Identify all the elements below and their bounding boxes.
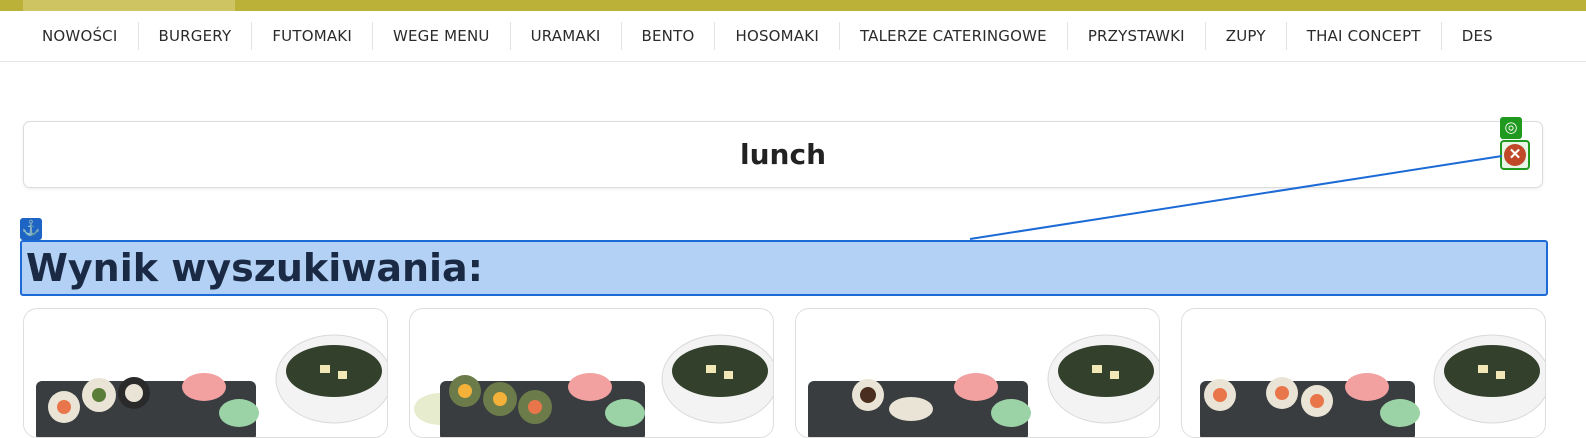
lunch-set-image (36, 334, 387, 437)
close-circle-icon: ✕ (1504, 144, 1526, 166)
product-card[interactable] (1181, 308, 1546, 438)
nav-item-hosomaki[interactable]: HOSOMAKI (715, 22, 840, 50)
lunch-set-image (414, 334, 773, 437)
nav-item-nowosci[interactable]: NOWOŚCI (22, 22, 139, 50)
lunch-set-image (1200, 334, 1545, 437)
nav-item-wege-menu[interactable]: WEGE MENU (373, 22, 511, 50)
lunch-set-image (808, 334, 1159, 437)
nav-item-przystawki[interactable]: PRZYSTAWKI (1068, 22, 1206, 50)
clear-search-button[interactable]: ✕ (1500, 140, 1530, 170)
nav-item-thai-concept[interactable]: THAI CONCEPT (1287, 22, 1442, 50)
nav-fade-overlay (1496, 11, 1586, 61)
product-card[interactable] (23, 308, 388, 438)
nav-item-burgery[interactable]: BURGERY (139, 22, 253, 50)
search-input-value[interactable]: lunch (24, 122, 1542, 187)
nav-item-zupy[interactable]: ZUPY (1206, 22, 1287, 50)
product-card[interactable] (795, 308, 1160, 438)
nav-item-uramaki[interactable]: URAMAKI (511, 22, 622, 50)
search-results-heading: Wynik wyszukiwania: (20, 240, 1548, 296)
target-icon: ◎ (1500, 117, 1522, 139)
product-grid (23, 308, 1547, 438)
nav-item-bento[interactable]: BENTO (622, 22, 716, 50)
nav-item-talerze-cateringowe[interactable]: TALERZE CATERINGOWE (840, 22, 1068, 50)
nav-item-futomaki[interactable]: FUTOMAKI (252, 22, 373, 50)
brand-top-bar (0, 0, 1586, 11)
category-nav: NOWOŚCI BURGERY FUTOMAKI WEGE MENU URAMA… (0, 11, 1586, 62)
category-nav-items: NOWOŚCI BURGERY FUTOMAKI WEGE MENU URAMA… (22, 11, 1513, 61)
product-card[interactable] (409, 308, 774, 438)
brand-top-bar-highlight (23, 0, 235, 11)
anchor-icon: ⚓ (20, 218, 42, 240)
search-field[interactable]: lunch (23, 121, 1543, 188)
